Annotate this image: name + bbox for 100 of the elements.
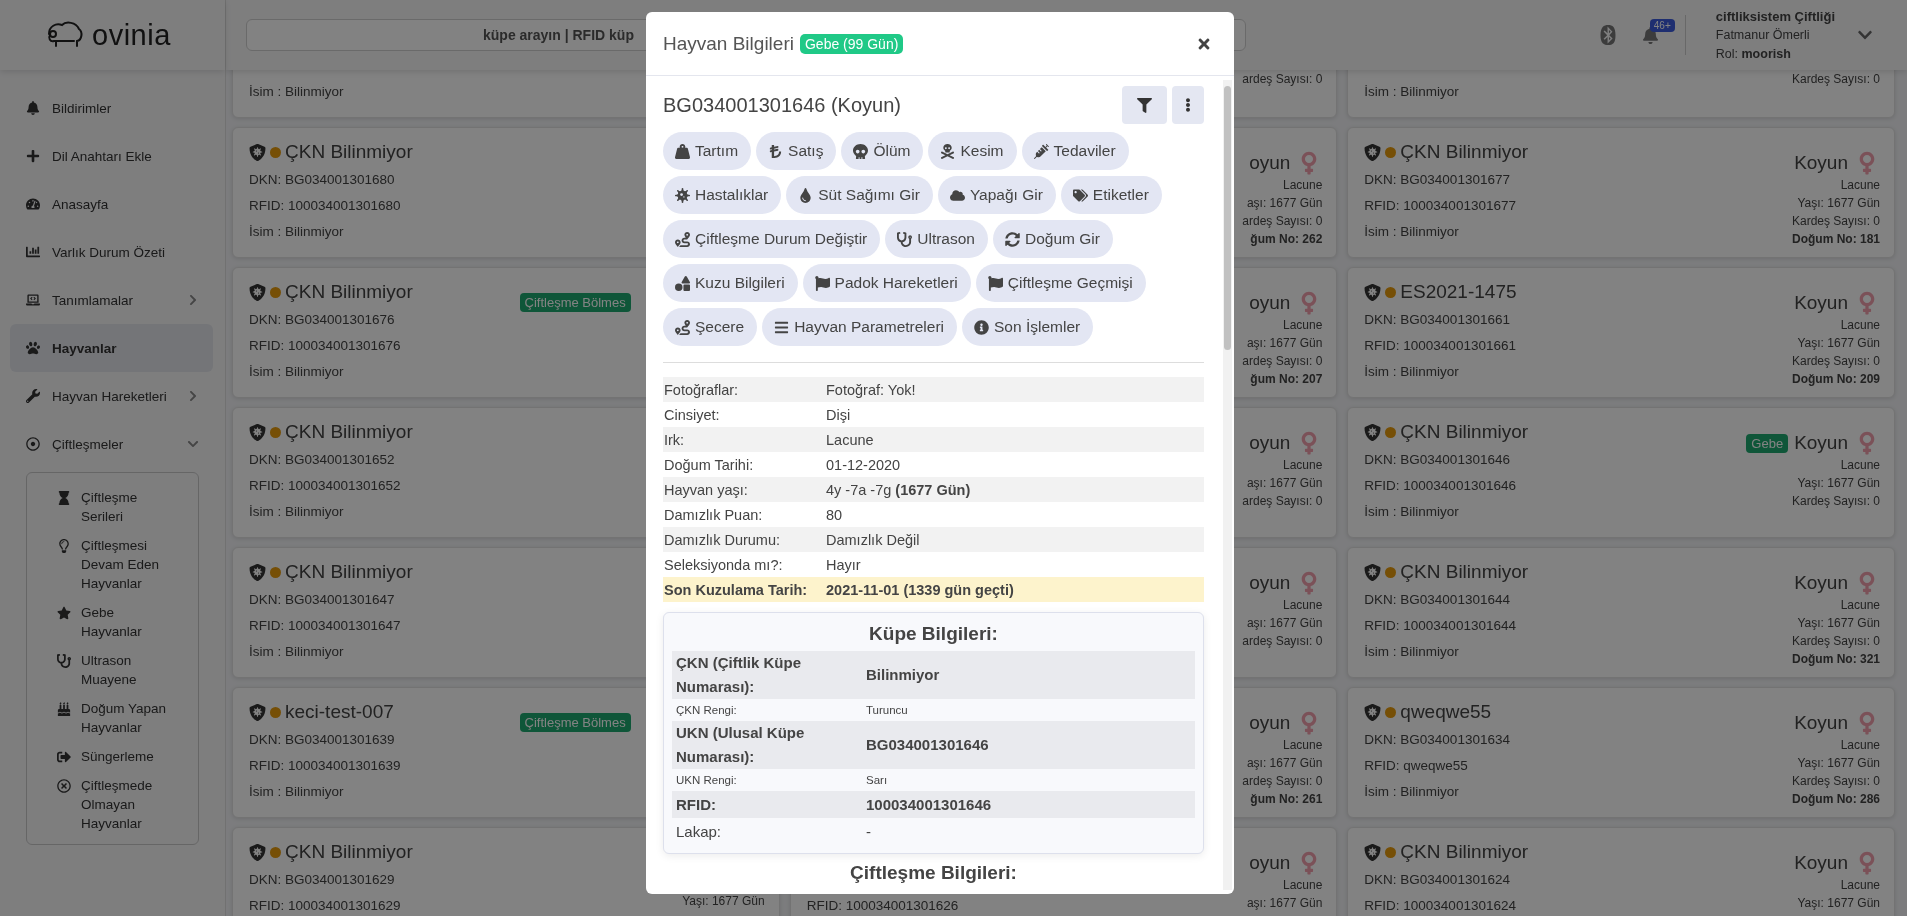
star-icon — [57, 606, 71, 620]
action-button[interactable]: Son İşlemler — [962, 308, 1094, 346]
info-label: Doğum Tarihi: — [664, 456, 755, 473]
gauge-icon — [26, 197, 40, 211]
dkn-text: DKN: BG034001301676 — [249, 311, 395, 327]
animal-title: ÇKN Bilinmiyor — [285, 421, 413, 443]
shield-icon — [1364, 423, 1382, 441]
tag-row: ÇKN (Çiftlik Küpe Numarası): Bilinmiyor — [672, 651, 1195, 699]
breed-text: Lacune — [1282, 458, 1323, 472]
flag-icon — [814, 275, 830, 291]
action-button[interactable]: Çiftleşme Durum Değiştir — [663, 220, 881, 258]
sidebar-item[interactable]: Varlık Durum Özeti — [10, 228, 213, 276]
species-text: Koyun — [1794, 852, 1848, 874]
section-title: Küpe Bilgileri: — [868, 622, 999, 646]
shield-icon — [249, 843, 266, 861]
info-label: Damızlık Puan: — [664, 506, 764, 523]
animal-card[interactable]: ÇKN Bilinmiyor DKN: BG034001301624 RFID: 100034001301624 Koyun Lacune Yaşı: 1677 Gün — [1347, 827, 1895, 916]
filter-button[interactable] — [1122, 86, 1167, 124]
birth-number-text: ğum No: 261 — [1250, 792, 1323, 806]
siblings-text: Kardeş Sayısı: 0 — [1791, 214, 1880, 228]
siblings-text: ardeş Sayısı: 0 — [1242, 214, 1323, 228]
animal-card[interactable]: ÇKN Bilinmiyor DKN: BG034001301677 RFID: 100034001301677 İsim : Bilinmiyor Koyun Lacune Yaşı: 1677 Gün Kardeş Sayısı: 0 Doğum No: 181 — [1347, 127, 1895, 258]
bell-icon — [26, 101, 40, 115]
dkn-text: DKN: BG034001301634 — [1364, 731, 1510, 747]
siblings-text: Kardeş Sayısı: 0 — [1791, 71, 1880, 86]
submenu-item[interactable]: Süngerleme — [27, 742, 198, 771]
action-button[interactable]: Hayvan Parametreleri — [762, 308, 958, 346]
dkn-text: DKN: BG034001301677 — [1364, 171, 1510, 187]
breed-text: Lacune — [1282, 878, 1323, 892]
animal-card[interactable]: ÇKN Bilinmiyor DKN: BG034001301644 RFID: 100034001301644 İsim : Bilinmiyor Koyun Lacune Yaşı: 1677 Gün Kardeş Sayısı: 0 Doğum No: 321 — [1347, 547, 1895, 678]
droplet-icon — [798, 187, 814, 203]
shield-icon — [249, 423, 266, 441]
scrollbar[interactable] — [1223, 80, 1232, 890]
dkn-text: DKN: BG034001301639 — [249, 731, 395, 747]
species-text: oyun — [1249, 712, 1291, 734]
info-value: 01-12-2020 — [826, 456, 902, 473]
action-button[interactable]: Süt Sağımı Gir — [786, 176, 933, 214]
action-button[interactable]: Padok Hareketleri — [802, 264, 971, 302]
age-text: aşı: 1677 Gün — [1246, 616, 1323, 630]
rfid-text: RFID: 100034001301646 — [1364, 477, 1516, 493]
skull-icon — [853, 143, 869, 159]
action-button[interactable]: Kuzu Bilgileri — [663, 264, 798, 302]
action-button[interactable]: Kesim — [928, 132, 1017, 170]
submenu-item[interactable]: Doğum Yapan Hayvanlar — [27, 694, 198, 742]
info-label: Irk: — [664, 431, 686, 448]
submenu-item[interactable]: Çiftleşmede Olmayan Hayvanlar — [27, 771, 198, 838]
rfid-text: RFID: 100034001301676 — [249, 337, 401, 353]
animal-card[interactable]: ES2021-1475 DKN: BG034001301661 RFID: 100034001301661 İsim : Bilinmiyor Koyun Lacune Yaşı: 1677 Gün Kardeş Sayısı: 0 Doğum No: 209 — [1347, 267, 1895, 398]
animal-title: ÇKN Bilinmiyor — [1400, 421, 1529, 443]
action-button[interactable]: Doğum Gir — [993, 220, 1113, 258]
submenu-item[interactable]: Çiftleşme Serileri — [27, 483, 198, 531]
sidebar-item[interactable]: Hayvan Hareketleri — [10, 372, 213, 420]
animal-card[interactable]: qweqwe55 DKN: BG034001301634 RFID: qweqwe55 İsim : Bilinmiyor Koyun Lacune Yaşı: 1677 Gün Kardeş Sayısı: 0 Doğum No: 286 — [1347, 687, 1895, 818]
sidebar-item[interactable]: Dil Anahtarı Ekle — [10, 132, 213, 180]
route-icon — [675, 231, 690, 247]
sidebar-item[interactable]: Çiftleşmeler — [10, 420, 213, 468]
action-button[interactable]: Şecere — [663, 308, 758, 346]
more-button[interactable] — [1172, 86, 1204, 124]
exit-icon — [57, 750, 71, 764]
sidebar-item[interactable]: Tanımlamalar — [10, 276, 213, 324]
name-text: İsim : Bilinmiyor — [1364, 83, 1459, 99]
submenu-item[interactable]: Ultrason Muayene — [27, 646, 198, 694]
name-text: İsim : Bilinmiyor — [249, 363, 344, 379]
rfid-text: RFID: 100034001301639 — [249, 757, 401, 773]
info-label: Cinsiyet: — [664, 406, 721, 423]
animal-card[interactable]: ÇKN Bilinmiyor DKN: BG034001301646 RFID: 100034001301646 İsim : Bilinmiyor Gebe Koyun Lacune Yaşı: 1677 Gün Kardeş Sayısı: 0 — [1347, 407, 1895, 538]
action-button[interactable]: Tedaviler — [1021, 132, 1129, 170]
species-text: oyun — [1249, 152, 1291, 174]
rfid-text: RFID: 100034001301652 — [249, 477, 401, 493]
breed-text: Lacune — [1840, 458, 1880, 472]
pen-badge: Çiftleşme Bölmes — [519, 713, 631, 733]
sidebar-item[interactable]: Hayvanlar — [10, 324, 213, 372]
age-text: Yaşı: 1677 Gün — [1797, 336, 1880, 350]
age-text: Yaşı: 1677 Gün — [1797, 476, 1880, 490]
action-button[interactable]: Ultrason — [885, 220, 988, 258]
name-text: İsim : Bilinmiyor — [249, 223, 344, 239]
name-text: İsim : Bilinmiyor — [249, 83, 344, 99]
age-text: Yaşı: 1677 Gün — [682, 894, 765, 909]
action-button[interactable]: Etiketler — [1060, 176, 1162, 214]
user-role: Rol: moorish — [1715, 45, 1792, 63]
action-button[interactable]: Ölüm — [841, 132, 924, 170]
name-text: İsim : Bilinmiyor — [1364, 363, 1459, 379]
action-button[interactable]: Çiftleşme Geçmişi — [975, 264, 1146, 302]
siblings-text: ardeş Sayısı: 0 — [1242, 774, 1323, 788]
action-button[interactable]: Yapağı Gir — [937, 176, 1056, 214]
breed-text: Lacune — [1840, 738, 1880, 752]
tag-row: RFID: 100034001301646 — [672, 791, 1195, 818]
submenu-item[interactable]: Çiftleşmesi Devam Eden Hayvanlar — [27, 531, 198, 598]
refresh-icon — [1005, 231, 1020, 247]
action-button[interactable]: Satış — [756, 132, 837, 170]
age-text: aşı: 1677 Gün — [1246, 196, 1323, 210]
dkn-text: DKN: BG034001301647 — [249, 591, 395, 607]
cloud-icon — [949, 187, 965, 203]
species-text: Koyun — [1794, 712, 1848, 734]
sidebar-item[interactable]: Anasayfa — [10, 180, 213, 228]
submenu-item[interactable]: Gebe Hayvanlar — [27, 598, 198, 646]
action-button[interactable]: Tartım — [663, 132, 752, 170]
logo-text: ovinia — [92, 18, 171, 52]
sidebar-item[interactable]: Bildirimler — [10, 84, 213, 132]
action-button[interactable]: Hastalıklar — [663, 176, 782, 214]
